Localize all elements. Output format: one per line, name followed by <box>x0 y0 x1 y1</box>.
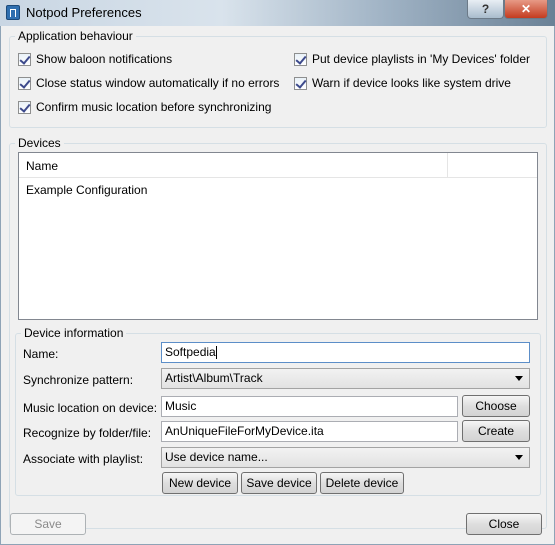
checkbox-checked-icon[interactable] <box>18 76 31 90</box>
text-caret <box>215 346 217 360</box>
checkbox-warn-system-drive[interactable]: Warn if device looks like system drive <box>294 76 511 90</box>
preferences-window: Notpod Preferences ? ✕ Application behav… <box>0 0 555 545</box>
name-label: Name: <box>23 347 59 361</box>
device-name-value: Softpedia <box>165 345 216 359</box>
playlist-label: Associate with playlist: <box>23 452 144 466</box>
new-device-button[interactable]: New device <box>162 472 238 494</box>
music-location-field[interactable]: Music <box>161 396 458 417</box>
title-bar[interactable]: Notpod Preferences ? ✕ <box>0 0 555 26</box>
devices-list-header: Name <box>19 153 537 178</box>
sync-pattern-select[interactable]: Artist\Album\Track <box>161 368 530 389</box>
device-info-label: Device information <box>21 326 127 340</box>
choose-button[interactable]: Choose <box>462 395 530 417</box>
music-location-label: Music location on device: <box>23 401 158 415</box>
sync-pattern-value: Artist\Album\Track <box>165 371 263 385</box>
checkbox-checked-icon[interactable] <box>294 52 307 66</box>
device-name-field[interactable]: Softpedia <box>161 342 530 363</box>
playlist-select[interactable]: Use device name... <box>161 447 530 468</box>
delete-device-button[interactable]: Delete device <box>320 472 404 494</box>
checkbox-put-playlists[interactable]: Put device playlists in 'My Devices' fol… <box>294 52 530 66</box>
checkbox-close-status-window[interactable]: Close status window automatically if no … <box>18 76 279 90</box>
devices-label: Devices <box>15 136 64 150</box>
close-button[interactable]: Close <box>466 513 542 535</box>
checkbox-checked-icon[interactable] <box>18 52 31 66</box>
playlist-value: Use device name... <box>165 450 268 464</box>
checkbox-show-balloon[interactable]: Show baloon notifications <box>18 52 172 66</box>
checkbox-checked-icon[interactable] <box>294 76 307 90</box>
window-title: Notpod Preferences <box>26 5 142 20</box>
checkbox-checked-icon[interactable] <box>18 100 31 114</box>
recognize-file-field[interactable]: AnUniqueFileForMyDevice.ita <box>161 421 458 442</box>
music-location-value: Music <box>165 399 197 413</box>
save-button[interactable]: Save <box>10 513 86 535</box>
app-icon <box>6 5 20 20</box>
help-button[interactable]: ? <box>467 0 504 19</box>
checkbox-label: Warn if device looks like system drive <box>312 76 511 90</box>
checkbox-label: Put device playlists in 'My Devices' fol… <box>312 52 530 66</box>
sync-pattern-label: Synchronize pattern: <box>23 373 134 387</box>
checkbox-confirm-music-location[interactable]: Confirm music location before synchroniz… <box>18 100 271 114</box>
column-header-name[interactable]: Name <box>19 153 448 177</box>
close-window-button[interactable]: ✕ <box>504 0 548 19</box>
recognize-label: Recognize by folder/file: <box>23 426 152 440</box>
app-behaviour-label: Application behaviour <box>15 29 136 43</box>
checkbox-label: Show baloon notifications <box>36 52 173 66</box>
save-device-button[interactable]: Save device <box>241 472 317 494</box>
chevron-down-icon <box>515 376 523 381</box>
devices-list[interactable]: Name Example Configuration <box>18 152 538 320</box>
chevron-down-icon <box>515 455 523 460</box>
recognize-file-value: AnUniqueFileForMyDevice.ita <box>165 424 324 438</box>
checkbox-label: Close status window automatically if no … <box>36 76 280 90</box>
list-item[interactable]: Example Configuration <box>26 183 147 197</box>
create-button[interactable]: Create <box>462 420 530 442</box>
dialog-body: Application behaviour Show baloon notifi… <box>0 26 555 545</box>
checkbox-label: Confirm music location before synchroniz… <box>36 100 272 114</box>
